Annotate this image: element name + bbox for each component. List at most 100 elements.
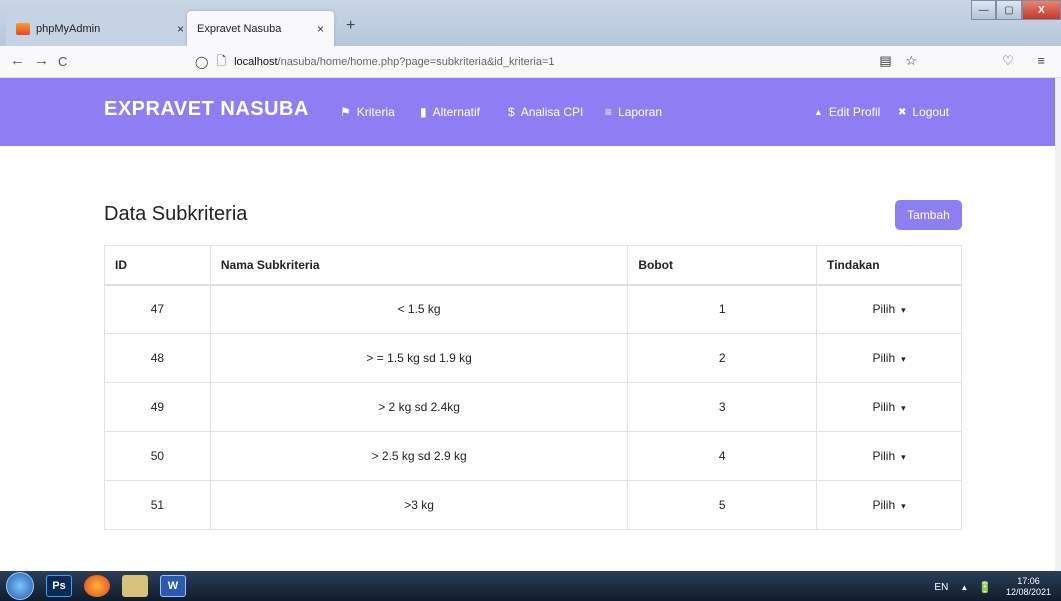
url-bar[interactable]: ◯ 🗋 localhost/nasuba/home/home.php?page=… xyxy=(185,50,940,74)
cell-id: 48 xyxy=(104,333,211,383)
system-tray: EN ▲ 🔋 17:06 12/08/2021 xyxy=(934,576,1051,598)
nav-label: Kriteria xyxy=(356,105,395,119)
nav-label: Analisa CPI xyxy=(520,105,584,119)
reader-view-icon[interactable]: ▤ xyxy=(879,53,891,68)
caret-down-icon: ▾ xyxy=(901,354,906,364)
nav-item-alternatif[interactable]: ▮ Alternatif xyxy=(420,105,480,119)
tray-arrow-icon[interactable]: ▲ xyxy=(960,583,968,592)
pilih-dropdown[interactable]: Pilih ▾ xyxy=(872,449,905,463)
list-icon: ≡ xyxy=(605,105,613,119)
power-icon[interactable]: 🔋 xyxy=(978,581,992,594)
nav-label: Alternatif xyxy=(432,105,480,119)
table-row: 47 < 1.5 kg 1 Pilih ▾ xyxy=(104,284,962,334)
page-icon[interactable]: 🗋 xyxy=(216,52,226,73)
table-row: 51 >3 kg 5 Pilih ▾ xyxy=(104,480,962,530)
page-scrollbar[interactable] xyxy=(1055,78,1061,571)
app-header: EXPRAVET NASUBA ⚑ Kriteria ▮ Alternatif … xyxy=(0,78,1055,146)
minimize-button[interactable]: — xyxy=(971,0,997,20)
dollar-icon: $ xyxy=(508,105,515,119)
cell-bobot: 2 xyxy=(627,333,818,383)
table-row: 50 > 2.5 kg sd 2.9 kg 4 Pilih ▾ xyxy=(104,431,962,481)
cell-nama: > 2 kg sd 2.4kg xyxy=(209,382,629,432)
cell-bobot: 1 xyxy=(627,284,818,334)
table-row: 48 > = 1.5 kg sd 1.9 kg 2 Pilih ▾ xyxy=(104,333,962,383)
caret-down-icon: ▾ xyxy=(901,403,906,413)
page-title: Data Subkriteria xyxy=(104,203,248,225)
tab-label: Expravet Nasuba xyxy=(197,22,282,35)
url-host: localhost xyxy=(234,56,278,68)
url-path: /nasuba/home/home.php?page=subkriteria&i… xyxy=(277,56,555,68)
pilih-dropdown[interactable]: Pilih ▾ xyxy=(872,498,905,512)
bookmark-star-icon[interactable]: ☆ xyxy=(905,53,917,68)
nav-item-logout[interactable]: ✖ Logout xyxy=(898,105,949,119)
dropdown-label: Pilih xyxy=(872,400,896,414)
cell-nama: > 2.5 kg sd 2.9 kg xyxy=(209,431,629,481)
clock[interactable]: 17:06 12/08/2021 xyxy=(1006,576,1051,598)
dropdown-label: Pilih xyxy=(872,449,896,463)
column-header-tindakan: Tindakan xyxy=(816,245,962,286)
firefox-icon[interactable] xyxy=(84,575,110,597)
close-tab-icon[interactable]: × xyxy=(317,22,324,36)
nav-item-laporan[interactable]: ≡ Laporan xyxy=(605,105,662,119)
column-header-nama: Nama Subkriteria xyxy=(209,245,629,286)
forward-arrow-icon[interactable]: → xyxy=(34,52,49,69)
close-window-button[interactable]: X xyxy=(1021,0,1061,20)
pilih-dropdown[interactable]: Pilih ▾ xyxy=(872,400,905,414)
nav-label: Logout xyxy=(912,105,950,119)
nav-item-kriteria[interactable]: ⚑ Kriteria xyxy=(340,105,395,119)
pocket-icon[interactable]: ♡ xyxy=(1002,53,1024,68)
column-header-bobot: Bobot xyxy=(627,245,818,286)
pilih-dropdown[interactable]: Pilih ▾ xyxy=(872,351,905,365)
clock-time: 17:06 xyxy=(1017,576,1040,586)
new-tab-button[interactable]: + xyxy=(346,17,355,35)
user-icon: ▲ xyxy=(814,107,823,117)
nav-label: Laporan xyxy=(618,105,663,119)
nav-item-analisa-cpi[interactable]: $ Analisa CPI xyxy=(508,105,583,119)
cell-tindakan: Pilih ▾ xyxy=(816,382,962,432)
nav-label: Edit Profil xyxy=(828,105,881,119)
cell-id: 51 xyxy=(104,480,211,530)
cell-id: 47 xyxy=(104,284,211,334)
start-button[interactable] xyxy=(6,572,34,600)
language-indicator[interactable]: EN xyxy=(934,582,948,593)
dropdown-label: Pilih xyxy=(872,351,896,365)
notepad-icon[interactable] xyxy=(122,575,148,597)
cell-bobot: 3 xyxy=(627,382,818,432)
word-icon[interactable]: W xyxy=(160,575,186,597)
shield-icon[interactable]: ◯ xyxy=(195,55,208,69)
close-tab-icon[interactable]: × xyxy=(177,22,184,36)
phpmyadmin-favicon-icon xyxy=(16,22,30,35)
photoshop-icon[interactable]: Ps xyxy=(46,575,72,597)
cell-id: 50 xyxy=(104,431,211,481)
browser-nav-bar: ← → C ◯ 🗋 localhost/nasuba/home/home.php… xyxy=(0,46,1061,78)
column-header-id: ID xyxy=(104,245,211,286)
reload-icon[interactable]: C xyxy=(58,54,67,69)
dropdown-label: Pilih xyxy=(872,302,896,317)
brand-logo[interactable]: EXPRAVET NASUBA xyxy=(104,98,309,121)
cell-nama: > = 1.5 kg sd 1.9 kg xyxy=(209,333,629,383)
cell-tindakan: Pilih ▾ xyxy=(816,333,962,383)
tab-expravet-nasuba[interactable]: Expravet Nasuba × xyxy=(187,11,334,46)
nav-item-edit-profil[interactable]: ▲ Edit Profil xyxy=(814,105,880,119)
maximize-button[interactable]: ▢ xyxy=(996,0,1022,20)
table-row: 49 > 2 kg sd 2.4kg 3 Pilih ▾ xyxy=(104,382,962,432)
file-icon: ▮ xyxy=(420,105,427,119)
add-button[interactable]: Tambah xyxy=(895,200,962,230)
back-arrow-icon[interactable]: ← xyxy=(10,52,25,69)
caret-down-icon: ▾ xyxy=(901,305,906,316)
close-icon: ✖ xyxy=(898,106,907,118)
cell-tindakan: Pilih ▾ xyxy=(816,480,962,530)
cell-id: 49 xyxy=(104,382,211,432)
cell-nama: >3 kg xyxy=(209,480,629,530)
pilih-dropdown[interactable]: Pilih ▾ xyxy=(872,302,905,316)
toolbar-right: ♡ ≡ xyxy=(1002,53,1055,69)
menu-icon[interactable]: ≡ xyxy=(1037,53,1055,68)
cell-bobot: 5 xyxy=(627,480,818,530)
flag-icon: ⚑ xyxy=(340,105,351,119)
windows-taskbar: Ps W EN ▲ 🔋 17:06 12/08/2021 xyxy=(0,571,1061,601)
window-controls: — ▢ X xyxy=(971,0,1061,20)
cell-nama: < 1.5 kg xyxy=(209,284,629,334)
browser-tab-bar: phpMyAdmin × Expravet Nasuba × + — ▢ X xyxy=(0,0,1061,46)
tab-phpmyadmin[interactable]: phpMyAdmin × xyxy=(6,11,194,46)
caret-down-icon: ▾ xyxy=(901,452,906,462)
